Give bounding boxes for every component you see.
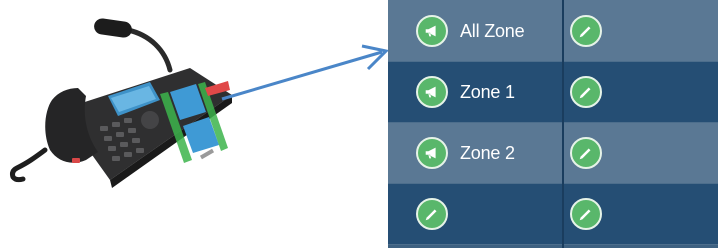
zone-label: Zone 1 [460,82,515,102]
megaphone-icon [425,147,436,159]
page-zone-1-button[interactable] [416,76,448,108]
edit-key-button[interactable] [570,76,602,108]
row-divider [388,183,718,184]
pencil-icon [579,87,591,99]
pencil-icon [579,148,591,160]
zone-label: All Zone [460,21,525,41]
zone-label: Zone 2 [460,143,515,163]
row-divider [388,122,718,123]
column-divider [562,0,564,248]
pencil-icon [425,209,437,221]
edit-key-button[interactable] [570,137,602,169]
pencil-icon [579,26,591,38]
megaphone-icon [425,86,436,98]
row-divider [388,61,718,62]
edit-key-button[interactable] [570,198,602,230]
edit-key-button[interactable] [570,15,602,47]
row-divider [388,244,718,245]
page-all-zone-button[interactable] [416,15,448,47]
paging-zone-panel: All Zone Zone 1 Zone 2 [388,0,718,248]
page-zone-2-button[interactable] [416,137,448,169]
megaphone-icon [425,25,436,37]
pencil-icon [579,209,591,221]
edit-key-button[interactable] [416,198,448,230]
